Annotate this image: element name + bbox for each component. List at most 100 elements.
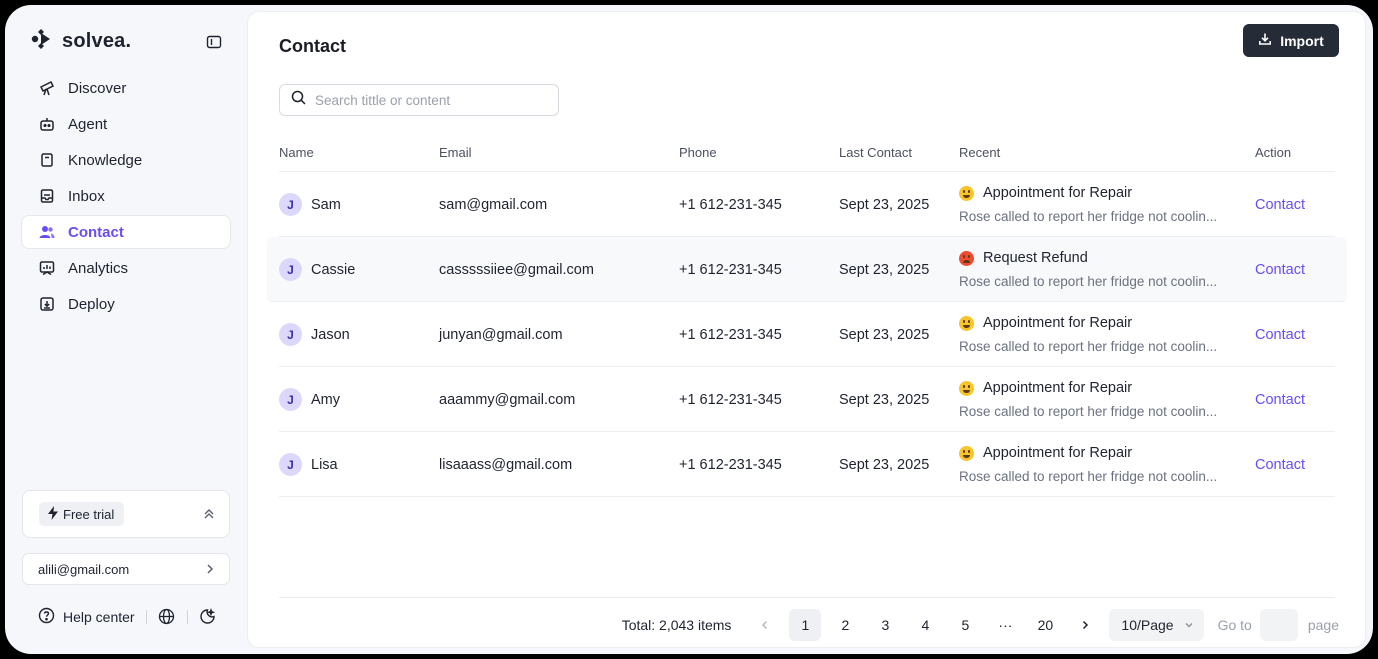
app-window: solvea. Discover Agent Knowledge Inbox C… — [5, 5, 1373, 654]
sidebar-item-label: Knowledge — [68, 151, 143, 169]
sidebar: solvea. Discover Agent Knowledge Inbox C… — [5, 5, 247, 654]
contact-action-link[interactable]: Contact — [1255, 302, 1305, 367]
contact-name: Amy — [311, 391, 340, 408]
import-button[interactable]: Import — [1243, 24, 1339, 57]
table-row[interactable]: J Lisa lisaaass@gmail.com +1 612-231-345… — [279, 432, 1335, 497]
inbox-icon — [38, 187, 56, 205]
sidebar-item-inbox[interactable]: Inbox — [22, 180, 230, 212]
free-trial-label: Free trial — [63, 506, 115, 522]
sidebar-item-knowledge[interactable]: Knowledge — [22, 144, 230, 176]
goto-page-input[interactable] — [1259, 609, 1298, 641]
sidebar-item-analytics[interactable]: Analytics — [22, 252, 230, 284]
prev-page-button[interactable] — [749, 609, 781, 641]
page-button-20[interactable]: 20 — [1029, 609, 1061, 641]
recent-activity: Request Refund Rose called to report her… — [959, 237, 1217, 302]
contact-action-link[interactable]: Contact — [1255, 237, 1305, 302]
search-box — [279, 84, 559, 116]
chevrons-up-icon[interactable] — [201, 506, 217, 522]
lightning-icon — [47, 505, 59, 523]
search-icon — [291, 90, 306, 110]
column-header-last-contact[interactable]: Last Contact — [839, 145, 912, 160]
table-row[interactable]: J Jason junyan@gmail.com +1 612-231-345 … — [279, 302, 1335, 367]
contact-action-link[interactable]: Contact — [1255, 432, 1305, 497]
sidebar-nav: Discover Agent Knowledge Inbox Contact A… — [22, 72, 230, 324]
avatar: J — [279, 453, 302, 476]
contact-name: Lisa — [311, 456, 338, 473]
analytics-icon — [38, 259, 56, 277]
telescope-icon — [38, 79, 56, 97]
happy-face-icon — [959, 445, 974, 461]
recent-description: Rose called to report her fridge not coo… — [959, 404, 1218, 419]
page-button-4[interactable]: 4 — [909, 609, 941, 641]
chevron-down-icon — [1184, 617, 1194, 633]
contact-phone: +1 612-231-345 — [679, 326, 782, 343]
recent-title: Request Refund — [983, 250, 1088, 266]
contacts-table: Name Email Phone Last Contact Recent Act… — [267, 140, 1347, 497]
contact-name-cell: J Lisa — [279, 432, 338, 497]
contact-name: Cassie — [311, 261, 356, 278]
recent-activity: Appointment for Repair Rose called to re… — [959, 302, 1217, 367]
column-header-phone[interactable]: Phone — [679, 145, 717, 160]
sidebar-item-agent[interactable]: Agent — [22, 108, 230, 140]
help-icon — [38, 607, 55, 627]
globe-icon[interactable] — [158, 608, 176, 626]
solvea-logo-icon — [30, 27, 52, 56]
contact-link[interactable]: Contact — [1255, 392, 1305, 408]
help-center-link[interactable]: Help center — [38, 607, 135, 627]
recent-title: Appointment for Repair — [983, 380, 1133, 396]
table-row[interactable]: J Cassie casssssiiee@gmail.com +1 612-23… — [267, 237, 1347, 302]
sidebar-toggle-icon[interactable] — [205, 33, 223, 51]
pagination: Total: 2,043 items 1 2 3 4 5 ··· 20 10/P… — [622, 609, 1339, 641]
column-header-recent[interactable]: Recent — [959, 145, 1000, 160]
users-icon — [38, 223, 56, 241]
contact-name: Sam — [311, 196, 341, 213]
happy-face-icon — [959, 380, 974, 396]
page-button-2[interactable]: 2 — [829, 609, 861, 641]
column-header-name[interactable]: Name — [279, 145, 314, 160]
recent-description: Rose called to report her fridge not coo… — [959, 339, 1218, 354]
recent-title: Appointment for Repair — [983, 445, 1133, 461]
account-selector[interactable]: alili@gmail.com — [22, 553, 230, 585]
happy-face-icon — [959, 185, 974, 201]
column-header-action[interactable]: Action — [1255, 145, 1291, 160]
contact-action-link[interactable]: Contact — [1255, 172, 1305, 237]
column-header-email[interactable]: Email — [439, 145, 472, 160]
sidebar-item-discover[interactable]: Discover — [22, 72, 230, 104]
contact-link[interactable]: Contact — [1255, 262, 1305, 278]
recent-activity: Appointment for Repair Rose called to re… — [959, 432, 1217, 497]
free-trial-button[interactable]: Free trial — [39, 502, 125, 526]
last-contact-date: Sept 23, 2025 — [839, 456, 930, 473]
contact-action-link[interactable]: Contact — [1255, 367, 1305, 432]
recent-title: Appointment for Repair — [983, 315, 1133, 331]
theme-toggle-icon[interactable] — [199, 608, 217, 626]
contact-link[interactable]: Contact — [1255, 327, 1305, 343]
happy-face-icon — [959, 315, 974, 331]
recent-title: Appointment for Repair — [983, 185, 1133, 201]
divider — [145, 610, 147, 624]
sidebar-item-label: Inbox — [68, 187, 105, 205]
page-button-5[interactable]: 5 — [949, 609, 981, 641]
brand[interactable]: solvea. — [30, 27, 131, 56]
contact-link[interactable]: Contact — [1255, 197, 1305, 213]
sidebar-item-contact[interactable]: Contact — [22, 216, 230, 248]
sidebar-item-deploy[interactable]: Deploy — [22, 288, 230, 320]
contact-email: casssssiiee@gmail.com — [439, 261, 594, 278]
search-input[interactable] — [315, 92, 535, 108]
contact-name-cell: J Amy — [279, 367, 340, 432]
total-items: Total: 2,043 items — [621, 617, 732, 633]
table-row[interactable]: J Amy aaammy@gmail.com +1 612-231-345 Se… — [279, 367, 1335, 432]
page-label: page — [1307, 617, 1339, 633]
contact-link[interactable]: Contact — [1255, 457, 1305, 473]
avatar: J — [279, 323, 302, 346]
page-size-value: 10/Page — [1121, 617, 1174, 633]
sidebar-item-label: Discover — [68, 79, 127, 97]
page-ellipsis[interactable]: ··· — [989, 609, 1021, 641]
page-button-3[interactable]: 3 — [869, 609, 901, 641]
page-button-1[interactable]: 1 — [789, 609, 822, 641]
page-size-select[interactable]: 10/Page — [1109, 609, 1204, 641]
recent-activity: Appointment for Repair Rose called to re… — [959, 172, 1217, 237]
next-page-button[interactable] — [1069, 609, 1101, 641]
table-row[interactable]: J Sam sam@gmail.com +1 612-231-345 Sept … — [279, 172, 1335, 237]
divider — [186, 610, 188, 624]
contact-email: aaammy@gmail.com — [439, 391, 576, 408]
